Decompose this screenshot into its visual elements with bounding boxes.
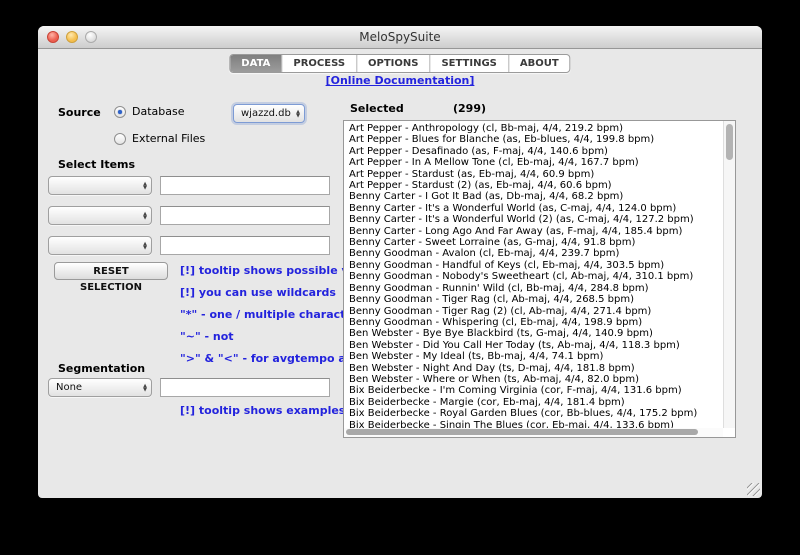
tab[interactable]: SETTINGS — [430, 55, 508, 72]
list-item[interactable]: Ben Webster - My Ideal (ts, Bb-maj, 4/4,… — [349, 351, 722, 362]
stepper-arrows-icon: ▲▼ — [139, 212, 147, 220]
hint-text: "~" - not — [180, 330, 234, 343]
list-item[interactable]: Art Pepper - In A Mellow Tone (cl, Eb-ma… — [349, 157, 722, 168]
segmentation-dropdown[interactable]: None ▲▼ — [48, 378, 152, 397]
title-bar[interactable]: MeloSpySuite — [38, 26, 762, 49]
window-title: MeloSpySuite — [38, 26, 762, 48]
stepper-arrows-icon: ▲▼ — [139, 242, 147, 250]
selected-label: Selected — [350, 102, 404, 115]
list-item[interactable]: Ben Webster - Where or When (ts, Ab-maj,… — [349, 374, 722, 385]
vertical-scroll-thumb[interactable] — [726, 124, 733, 160]
segmentation-label: Segmentation — [58, 362, 145, 375]
selected-count: (299) — [453, 102, 486, 115]
list-item[interactable]: Art Pepper - Stardust (2) (as, Eb-maj, 4… — [349, 180, 722, 191]
source-label: Source — [58, 106, 101, 119]
tab[interactable]: ABOUT — [509, 55, 570, 72]
list-item[interactable]: Bix Beiderbecke - Royal Garden Blues (co… — [349, 408, 722, 419]
select-item-dropdown[interactable]: ▲▼ — [48, 176, 152, 195]
tab[interactable]: DATA — [230, 55, 282, 72]
vertical-scrollbar[interactable] — [723, 121, 735, 428]
list-item[interactable]: Bix Beiderbecke - I'm Coming Virginia (c… — [349, 385, 722, 396]
list-item[interactable]: Art Pepper - Anthropology (cl, Bb-maj, 4… — [349, 123, 722, 134]
stepper-arrows-icon: ▲▼ — [292, 110, 300, 118]
list-item[interactable]: Benny Carter - Sweet Lorraine (as, G-maj… — [349, 237, 722, 248]
list-item[interactable]: Ben Webster - Did You Call Her Today (ts… — [349, 340, 722, 351]
list-item[interactable]: Art Pepper - Desafinado (as, F-maj, 4/4,… — [349, 146, 722, 157]
radio-icon — [114, 133, 126, 145]
radio-database[interactable]: Database — [114, 105, 185, 118]
list-item[interactable]: Benny Goodman - Runnin' Wild (cl, Bb-maj… — [349, 283, 722, 294]
select-item-dropdown[interactable]: ▲▼ — [48, 236, 152, 255]
segmentation-input[interactable] — [160, 378, 330, 397]
select-item-input[interactable] — [160, 176, 330, 195]
list-item[interactable]: Ben Webster - Night And Day (ts, D-maj, … — [349, 363, 722, 374]
horizontal-scrollbar[interactable] — [344, 428, 723, 437]
radio-icon — [114, 106, 126, 118]
tab[interactable]: PROCESS — [282, 55, 357, 72]
list-item[interactable]: Art Pepper - Stardust (as, Eb-maj, 4/4, … — [349, 169, 722, 180]
segmentation-dropdown-value: None — [56, 382, 82, 393]
stepper-arrows-icon: ▲▼ — [139, 182, 147, 190]
radio-external-files[interactable]: External Files — [114, 132, 205, 145]
select-item-input[interactable] — [160, 206, 330, 225]
database-file-dropdown[interactable]: wjazzd.db ▲▼ — [233, 104, 305, 123]
list-item[interactable]: Benny Goodman - Tiger Rag (cl, Ab-maj, 4… — [349, 294, 722, 305]
list-item[interactable]: Benny Carter - Long Ago And Far Away (as… — [349, 226, 722, 237]
tab-bar: DATA PROCESS OPTIONS SETTINGS ABOUT — [229, 54, 570, 73]
list-item[interactable]: Benny Goodman - Handful of Keys (cl, Eb-… — [349, 260, 722, 271]
selected-list-rows: Art Pepper - Anthropology (cl, Bb-maj, 4… — [344, 123, 722, 428]
database-file-value: wjazzd.db — [241, 108, 291, 119]
selected-list[interactable]: Art Pepper - Anthropology (cl, Bb-maj, 4… — [343, 120, 736, 438]
radio-external-files-label: External Files — [132, 132, 205, 145]
list-item[interactable]: Benny Carter - It's a Wonderful World (2… — [349, 214, 722, 225]
horizontal-scroll-thumb[interactable] — [346, 429, 698, 435]
online-documentation-link[interactable]: [Online Documentation] — [38, 74, 762, 87]
select-item-dropdown[interactable]: ▲▼ — [48, 206, 152, 225]
list-item[interactable]: Bix Beiderbecke - Margie (cor, Eb-maj, 4… — [349, 397, 722, 408]
app-window: MeloSpySuite DATA PROCESS OPTIONS SETTIN… — [38, 26, 762, 498]
tab[interactable]: OPTIONS — [357, 55, 430, 72]
hint-text: [!] you can use wildcards — [180, 286, 336, 299]
list-item[interactable]: Benny Goodman - Nobody's Sweetheart (cl,… — [349, 271, 722, 282]
list-item[interactable]: Benny Goodman - Whispering (cl, Eb-maj, … — [349, 317, 722, 328]
list-item[interactable]: Benny Carter - It's a Wonderful World (a… — [349, 203, 722, 214]
list-item[interactable]: Ben Webster - Bye Bye Blackbird (ts, G-m… — [349, 328, 722, 339]
select-item-input[interactable] — [160, 236, 330, 255]
hint-text: "*" - one / multiple characters — [180, 308, 365, 321]
list-item[interactable]: Benny Carter - I Got It Bad (as, Db-maj,… — [349, 191, 722, 202]
list-item[interactable]: Benny Goodman - Tiger Rag (2) (cl, Ab-ma… — [349, 306, 722, 317]
segmentation-hint: [!] tooltip shows examples — [180, 404, 345, 417]
select-items-label: Select Items — [58, 158, 135, 171]
stepper-arrows-icon: ▲▼ — [139, 384, 147, 392]
radio-database-label: Database — [132, 105, 185, 118]
list-item[interactable]: Bix Beiderbecke - Singin The Blues (cor,… — [349, 420, 722, 428]
resize-grip[interactable] — [747, 483, 760, 496]
list-item[interactable]: Art Pepper - Blues for Blanche (as, Eb-b… — [349, 134, 722, 145]
list-item[interactable]: Benny Goodman - Avalon (cl, Eb-maj, 4/4,… — [349, 248, 722, 259]
reset-selection-button[interactable]: RESET SELECTION — [54, 262, 168, 280]
